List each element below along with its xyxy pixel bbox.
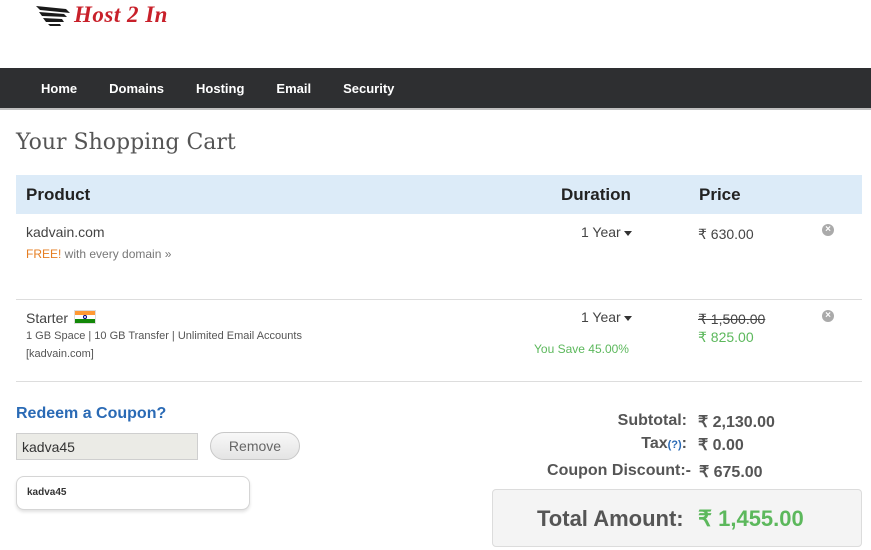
page-title: Your Shopping Cart (16, 130, 236, 155)
free-promo: FREE! with every domain » (26, 247, 171, 261)
cart-row-hosting: Starter 1 GB Space | 10 GB Transfer | Un… (16, 300, 862, 382)
free-promo-link[interactable]: » (165, 247, 172, 261)
product-name: kadvain.com (26, 224, 105, 240)
nav-home[interactable]: Home (25, 81, 93, 96)
savings-text: You Save 45.00% (534, 342, 629, 356)
header-product: Product (26, 185, 91, 204)
logo-text: Host 2 In (74, 2, 168, 27)
tax-help-link[interactable]: (?) (668, 439, 682, 451)
total-amount-box: Total Amount: ₹ 1,455.00 (492, 489, 862, 547)
nav-email[interactable]: Email (260, 81, 327, 96)
subtotal-value: ₹ 2,130.00 (698, 414, 775, 431)
nav-hosting[interactable]: Hosting (180, 81, 260, 96)
redeem-coupon-link[interactable]: Redeem a Coupon? (16, 405, 166, 423)
india-flag-icon (74, 310, 97, 324)
product-name: Starter (26, 310, 97, 326)
caret-down-icon (623, 315, 632, 321)
product-domain: [kadvain.com] (26, 348, 94, 360)
coupon-input[interactable] (16, 433, 198, 460)
coupon-discount-value: ₹ 675.00 (699, 464, 763, 481)
cart-row-domain: kadvain.com FREE! with every domain » 1 … (16, 214, 862, 300)
total-label: Total Amount: (537, 506, 684, 531)
free-label: FREE! (26, 247, 62, 261)
remove-coupon-button[interactable]: Remove (210, 432, 300, 460)
main-navbar: Home Domains Hosting Email Security (0, 68, 871, 110)
coupon-discount-label: Coupon Discount:- (547, 462, 691, 479)
product-specs: 1 GB Space | 10 GB Transfer | Unlimited … (26, 330, 302, 342)
caret-down-icon (623, 230, 632, 236)
brand-logo[interactable]: Host 2 In (36, 0, 168, 30)
remove-item-icon[interactable]: × (822, 310, 834, 322)
item-price: ₹ 630.00 (698, 226, 754, 242)
autocomplete-suggestion[interactable]: kadva45 (27, 487, 66, 498)
coupon-autocomplete[interactable]: kadva45 (16, 476, 250, 510)
nav-security[interactable]: Security (327, 81, 410, 96)
free-text: with every domain (61, 247, 162, 261)
remove-item-icon[interactable]: × (822, 224, 834, 236)
discounted-price: ₹ 825.00 (698, 329, 754, 345)
wing-icon (36, 6, 70, 26)
cart-table-header: Product Duration Price (16, 175, 862, 214)
header-price: Price (699, 185, 741, 204)
tax-value: ₹ 0.00 (698, 437, 744, 454)
original-price: ₹ 1,500.00 (698, 311, 766, 327)
duration-select[interactable]: 1 Year (581, 309, 632, 325)
subtotal-label: Subtotal: (617, 412, 687, 429)
nav-domains[interactable]: Domains (93, 81, 180, 96)
total-value: ₹ 1,455.00 (698, 506, 804, 531)
tax-label: Tax(?): (641, 435, 687, 452)
duration-select[interactable]: 1 Year (581, 224, 632, 240)
header-duration: Duration (561, 185, 631, 204)
